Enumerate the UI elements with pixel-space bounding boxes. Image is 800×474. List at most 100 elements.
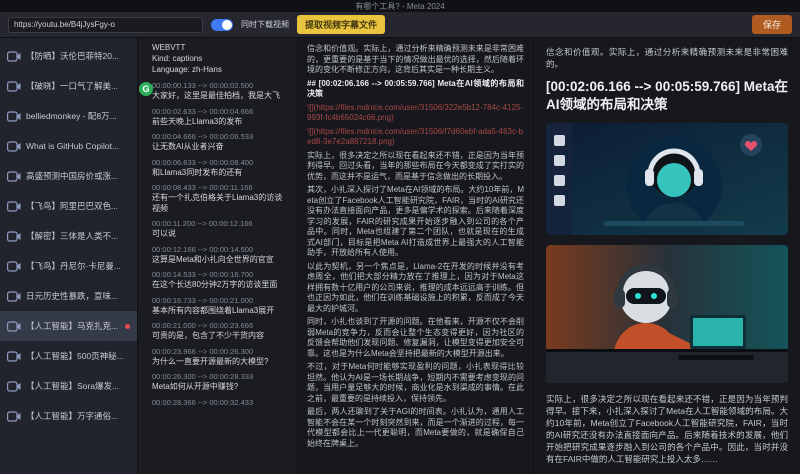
video-icon <box>7 141 21 152</box>
sidebar-item-label: 高盛预测中国房价或涨... <box>26 170 118 182</box>
video-icon <box>7 291 21 302</box>
transcript-cue: 00:00:02.633 --> 00:00:04.666 前些天晚上Llama… <box>152 107 289 128</box>
article-block: ![](https://files.mdnice.com/user/31506/… <box>307 103 524 124</box>
article-block: 同时，小扎也谈到了开源的问题。在他看来，开源不仅不会削弱Meta的竞争力，反而会… <box>307 317 524 359</box>
transcript-cue: 00:00:08.433 --> 00:00:11.166 还有一个扎克伯格关于… <box>152 183 289 214</box>
transcript-cue: 00:00:28.366 --> 00:00:32.433 <box>152 398 289 408</box>
cue-timestamp: 00:00:23.966 --> 00:00:26.300 <box>152 347 289 357</box>
preview-pane[interactable]: 信念和价值观。实际上，通过分析来精确预测未来是非常困难的。 [00:02:06.… <box>534 38 800 474</box>
cue-timestamp: 00:00:02.633 --> 00:00:04.666 <box>152 107 289 117</box>
preview-top-text: 信念和价值观。实际上，通过分析来精确预测未来是非常困难的。 <box>546 46 788 70</box>
sidebar-item-label: 【人工智能】Sora爆发... <box>26 380 119 392</box>
transcript-cue: 00:00:14.533 --> 00:00:16.700 在这个长达80分钟2… <box>152 270 289 291</box>
sidebar-item-label: What is GitHub Copilot... <box>26 141 119 151</box>
sidebar-item[interactable]: 【解密】三体是人类不... <box>0 221 137 251</box>
cue-text: 可以说 <box>152 229 289 240</box>
cue-timestamp: 00:00:04.666 --> 00:00:06.533 <box>152 132 289 142</box>
transcript-cue: 00:00:21.000 --> 00:00:23.666 可贵的是，包含了不少… <box>152 321 289 342</box>
cue-text: 在这个长达80分钟2万字的访谈里面 <box>152 280 289 291</box>
vtt-header-line: WEBVTT <box>152 42 289 53</box>
transcript-cue: 00:00:06.633 --> 00:00:08.400 和Llama3同时发… <box>152 158 289 179</box>
cue-text: 基本所有内容都围绕着Llama3展开 <box>152 306 289 317</box>
sidebar[interactable]: 【防晒】沃伦巴菲特20... 【破晓】一口气了解美... belliedmonk… <box>0 38 138 474</box>
sidebar-item[interactable]: 【人工智能】500页神秘... <box>0 341 137 371</box>
video-icon <box>7 261 21 272</box>
sidebar-item[interactable]: 高盛预测中国房价或涨... <box>0 161 137 191</box>
cue-text: 前些天晚上Llama3的发布 <box>152 117 289 128</box>
cue-text: 让无数AI从业者兴奋 <box>152 142 289 153</box>
sidebar-item[interactable]: 【飞鸟】阿里巴巴双色... <box>0 191 137 221</box>
cue-timestamp: 00:00:06.633 --> 00:00:08.400 <box>152 158 289 168</box>
sidebar-item[interactable]: 【破晓】一口气了解美... <box>0 71 137 101</box>
article-block: ![](https://files.mdnice.com/user/31506/… <box>307 127 524 148</box>
sidebar-item[interactable]: belliedmonkey - 配8万... <box>0 101 137 131</box>
video-icon <box>7 381 21 392</box>
transcript-cue: 00:00:16.733 --> 00:00:21.000 基本所有内容都围绕着… <box>152 296 289 317</box>
video-icon <box>7 231 21 242</box>
sidebar-item[interactable]: 【飞鸟】丹尼尔·卡尼曼... <box>0 251 137 281</box>
cue-timestamp: 00:00:00.133 --> 00:00:02.500 <box>152 81 289 91</box>
video-icon <box>7 351 21 362</box>
cue-text: 还有一个扎克伯格关于Llama3的访谈视频 <box>152 193 289 214</box>
transcript-cue: 00:00:11.200 --> 00:00:12.166 可以说 <box>152 219 289 240</box>
article-block: 实际上，很多决定之所以现在看起来还不错，正是因为当年预判得早。回过头看，当年的那… <box>307 151 524 183</box>
podcast-illustration-image <box>546 123 788 235</box>
sidebar-item[interactable]: 日元历史性暴跌，意味... <box>0 281 137 311</box>
sidebar-item[interactable]: What is GitHub Copilot... <box>0 131 137 161</box>
transcript-cue-list: 00:00:00.133 --> 00:00:02.500 大家好，这里是最佳拍… <box>152 81 289 408</box>
article-block: ## [00:02:06.166 --> 00:05:59.766] Meta在… <box>307 79 524 100</box>
sidebar-item[interactable]: 【人工智能】马克扎克... <box>0 311 137 341</box>
article-editor-pane[interactable]: 信念和价值观。实际上，通过分析来精确预测未来是非常困难的，更重要的是基于当下的情… <box>298 38 534 474</box>
video-url-input[interactable] <box>8 17 203 33</box>
sidebar-item-label: 【飞鸟】阿里巴巴双色... <box>26 200 118 212</box>
sidebar-item[interactable]: 【人工智能】Sora爆发... <box>0 371 137 401</box>
cue-text: 为什么一直要开源最新的大模型? <box>152 357 289 368</box>
toggle-knob <box>222 20 232 30</box>
toolbar: 同时下载视频 提取视频字幕文件 保存 <box>0 12 800 38</box>
app-window: 有哪个工具? - Meta 2024 同时下载视频 提取视频字幕文件 保存 【防… <box>0 0 800 474</box>
video-icon <box>7 201 21 212</box>
article-block: 最后，两人还聊到了关于AGI的时间表。小扎认为，通用人工智能不会在某一个时刻突然… <box>307 407 524 449</box>
sidebar-item-label: 【解密】三体是人类不... <box>26 230 118 242</box>
sidebar-item[interactable]: 【防晒】沃伦巴菲特20... <box>0 41 137 71</box>
extract-subtitles-button[interactable]: 提取视频字幕文件 <box>297 15 385 34</box>
vtt-header-line: Language: zh-Hans <box>152 64 289 75</box>
cue-text: 和Llama3同时发布的还有 <box>152 168 289 179</box>
sidebar-item-label: 【人工智能】万字通俗... <box>26 410 118 422</box>
sidebar-item-label: 【人工智能】马克扎克... <box>26 320 118 332</box>
video-icon <box>7 321 21 332</box>
sidebar-item-label: belliedmonkey - 配8万... <box>26 110 117 122</box>
cue-text: Meta如何从开源中赚钱? <box>152 382 289 393</box>
window-titlebar: 有哪个工具? - Meta 2024 <box>0 0 800 12</box>
cue-timestamp: 00:00:11.200 --> 00:00:12.166 <box>152 219 289 229</box>
article-block: 其次，小扎深入探讨了Meta在AI领域的布局。大约10年前，Meta创立了Fac… <box>307 185 524 259</box>
video-icon <box>7 171 21 182</box>
transcript-cue: 00:00:04.666 --> 00:00:06.533 让无数AI从业者兴奋 <box>152 132 289 153</box>
transcript-pane[interactable]: G WEBVTT Kind: captions Language: zh-Han… <box>138 38 298 474</box>
cue-timestamp: 00:00:14.533 --> 00:00:16.700 <box>152 270 289 280</box>
download-video-toggle[interactable] <box>211 19 233 31</box>
preview-paragraph: 实际上，很多决定之所以现在看起来还不错，正是因为当年预判得早。接下来，小扎深入探… <box>546 393 788 465</box>
cue-timestamp: 00:00:16.733 --> 00:00:21.000 <box>152 296 289 306</box>
g-badge[interactable]: G <box>139 82 153 96</box>
transcript-cue: 00:00:23.966 --> 00:00:26.300 为什么一直要开源最新… <box>152 347 289 368</box>
transcript-cue: 00:00:12.166 --> 00:00:14.500 这算是Meta和小扎… <box>152 245 289 266</box>
video-icon <box>7 81 21 92</box>
sidebar-item-label: 【防晒】沃伦巴菲特20... <box>26 50 119 62</box>
cue-text: 这算是Meta和小扎向全世界的官宣 <box>152 255 289 266</box>
article-block: 以此为契机，另一个焦点是，Llama-2在开发的时候并没有考虑周全，他们把大部分… <box>307 262 524 315</box>
cue-text: 可贵的是，包含了不少干货内容 <box>152 331 289 342</box>
save-button[interactable]: 保存 <box>752 15 792 34</box>
sidebar-item-label: 日元历史性暴跌，意味... <box>26 290 118 302</box>
preview-paragraphs: 实际上，很多决定之所以现在看起来还不错，正是因为当年预判得早。接下来，小扎深入探… <box>546 393 788 465</box>
robot-illustration-image <box>546 245 788 383</box>
article-block: 信念和价值观。实际上，通过分析来精确预测未来是非常困难的，更重要的是基于当下的情… <box>307 44 524 76</box>
cue-timestamp: 00:00:21.000 --> 00:00:23.666 <box>152 321 289 331</box>
article-block: 不过，对于Meta何时能够实现盈利的问题，小扎表现得比较坦然。他认为AI是一场长… <box>307 362 524 404</box>
window-title: 有哪个工具? - Meta 2024 <box>355 1 444 12</box>
video-icon <box>7 111 21 122</box>
vtt-header-line: Kind: captions <box>152 53 289 64</box>
cue-timestamp: 00:00:26.300 --> 00:00:28.333 <box>152 372 289 382</box>
sidebar-item[interactable]: 【人工智能】万字通俗... <box>0 401 137 431</box>
vtt-header: WEBVTT Kind: captions Language: zh-Hans <box>152 42 289 75</box>
